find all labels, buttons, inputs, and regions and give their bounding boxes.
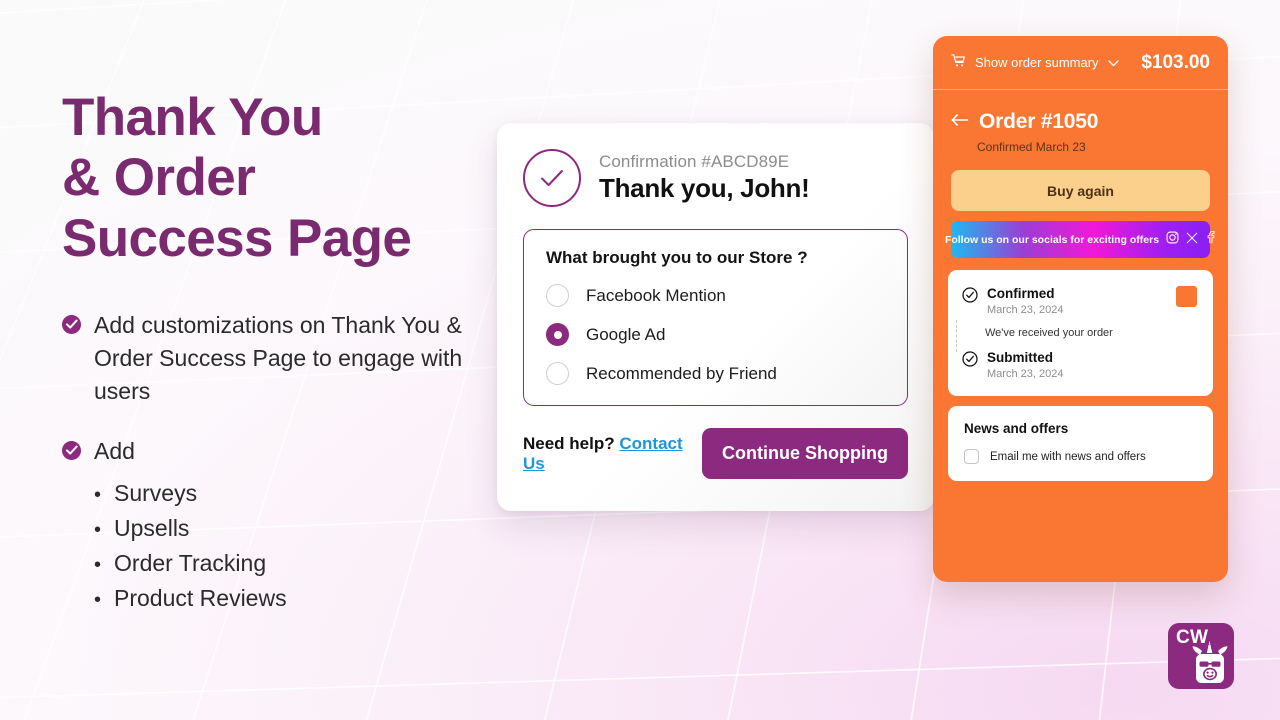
radio-icon[interactable] [546, 284, 569, 307]
list-item: • Order Tracking [94, 546, 492, 581]
order-confirmed-date: Confirmed March 23 [977, 140, 1086, 154]
radio-icon-selected[interactable] [546, 323, 569, 346]
need-help-label: Need help? [523, 433, 615, 453]
check-circle-outline-icon [523, 149, 581, 207]
bullet-item: Add [62, 435, 492, 468]
timeline-step-text: Submitted March 23, 2024 [987, 350, 1063, 380]
facebook-icon[interactable] [1205, 230, 1216, 249]
checkbox-icon[interactable] [964, 449, 979, 464]
timeline-step-name: Submitted [987, 350, 1053, 365]
news-and-offers-title: News and offers [964, 421, 1069, 436]
check-circle-icon [62, 315, 81, 335]
radio-label: Google Ad [586, 324, 666, 344]
bullet-label: Add [94, 438, 135, 465]
social-icon-group [1166, 230, 1216, 249]
shopping-cart-icon [951, 53, 966, 73]
radio-icon[interactable] [546, 362, 569, 385]
radio-label: Recommended by Friend [586, 363, 777, 383]
news-optin-label: Email me with news and offers [990, 450, 1146, 463]
order-total: $103.00 [1141, 51, 1210, 73]
bullet-label: Add customizations on Thank You & Order … [94, 312, 463, 404]
confirmation-footer: Need help? Contact Us Continue Shopping [523, 428, 908, 479]
timeline-connector [955, 320, 957, 352]
thank-you-heading: Thank you, John! [599, 173, 810, 203]
order-header: Order #1050 Confirmed March 23 [933, 90, 1228, 154]
bullet-dot-icon: • [94, 554, 102, 577]
timeline-step-date: March 23, 2024 [987, 368, 1064, 380]
order-number: Order #1050 [979, 110, 1099, 133]
survey-option-recommended-by-friend[interactable]: Recommended by Friend [546, 362, 885, 385]
order-summary-bar[interactable]: Show order summary $103.00 [933, 36, 1228, 90]
need-help-text: Need help? Contact Us [523, 434, 702, 474]
survey-option-facebook-mention[interactable]: Facebook Mention [546, 284, 885, 307]
show-order-summary-toggle[interactable]: Show order summary [951, 53, 1119, 73]
bullet-dot-icon: • [94, 589, 102, 612]
unicorn-llama-icon [1192, 641, 1228, 683]
survey-question: What brought you to our Store ? [546, 248, 808, 267]
feature-sub-list: • Surveys • Upsells • Order Tracking • P… [94, 476, 492, 617]
survey-option-google-ad[interactable]: Google Ad [546, 323, 885, 346]
headline-line-1: Thank You [62, 88, 323, 147]
bullet-dot-icon: • [94, 483, 102, 506]
show-order-summary-label: Show order summary [975, 55, 1099, 70]
x-twitter-icon[interactable] [1186, 231, 1198, 249]
social-banner-label: Follow us on our socials for exciting of… [944, 233, 1160, 246]
social-follow-banner[interactable]: Follow us on our socials for exciting of… [945, 221, 1215, 258]
confirmation-card: Confirmation #ABCD89E Thank you, John! W… [497, 123, 934, 511]
timeline-step-date: March 23, 2024 [987, 304, 1064, 316]
confirmation-number: Confirmation #ABCD89E [599, 152, 790, 171]
page-title: Thank You & Order Success Page [62, 88, 492, 269]
order-status-panel: Show order summary $103.00 Order #1050 C… [933, 36, 1228, 582]
timeline-step-text: Confirmed March 23, 2024 [987, 286, 1063, 316]
radio-label: Facebook Mention [586, 285, 726, 305]
brand-logo: CW [1168, 623, 1234, 689]
buy-again-button[interactable]: Buy again [951, 170, 1210, 211]
continue-shopping-button[interactable]: Continue Shopping [702, 428, 908, 479]
slide-stage: Thank You & Order Success Page Add custo… [0, 0, 1280, 720]
bullet-item: Add customizations on Thank You & Order … [62, 309, 492, 407]
survey-box: What brought you to our Store ? Facebook… [523, 229, 908, 406]
chevron-down-icon [1107, 54, 1119, 72]
feature-bullets: Add customizations on Thank You & Order … [62, 309, 492, 616]
check-circle-icon [962, 350, 978, 372]
bullet-dot-icon: • [94, 519, 102, 542]
timeline-step-submitted: Submitted March 23, 2024 [962, 350, 1197, 380]
headline-line-2: & Order [62, 148, 256, 208]
confirmation-header: Confirmation #ABCD89E Thank you, John! [523, 149, 908, 207]
list-item: • Upsells [94, 511, 492, 546]
check-circle-icon [62, 441, 81, 461]
sub-item-label: Surveys [114, 479, 198, 506]
timeline-step-confirmed: Confirmed March 23, 2024 [962, 286, 1197, 316]
sub-item-label: Product Reviews [114, 585, 287, 612]
timeline-step-name: Confirmed [987, 286, 1055, 301]
confirmation-text-block: Confirmation #ABCD89E Thank you, John! [599, 152, 810, 204]
list-item: • Surveys [94, 476, 492, 511]
list-item: • Product Reviews [94, 581, 492, 616]
hero-copy: Thank You & Order Success Page Add custo… [62, 88, 492, 617]
instagram-icon[interactable] [1166, 231, 1179, 249]
timeline-note: We've received your order [985, 327, 1113, 339]
sub-item-label: Order Tracking [114, 550, 267, 577]
order-title-row: Order #1050 [951, 110, 1210, 134]
arrow-left-icon[interactable] [951, 113, 969, 132]
check-circle-icon [962, 286, 978, 308]
order-timeline-card: Confirmed March 23, 2024 We've received … [948, 270, 1213, 396]
news-and-offers-card: News and offers Email me with news and o… [948, 406, 1213, 481]
sub-item-label: Upsells [114, 515, 190, 542]
headline-line-3: Success Page [62, 208, 412, 268]
news-optin-row[interactable]: Email me with news and offers [964, 449, 1197, 464]
